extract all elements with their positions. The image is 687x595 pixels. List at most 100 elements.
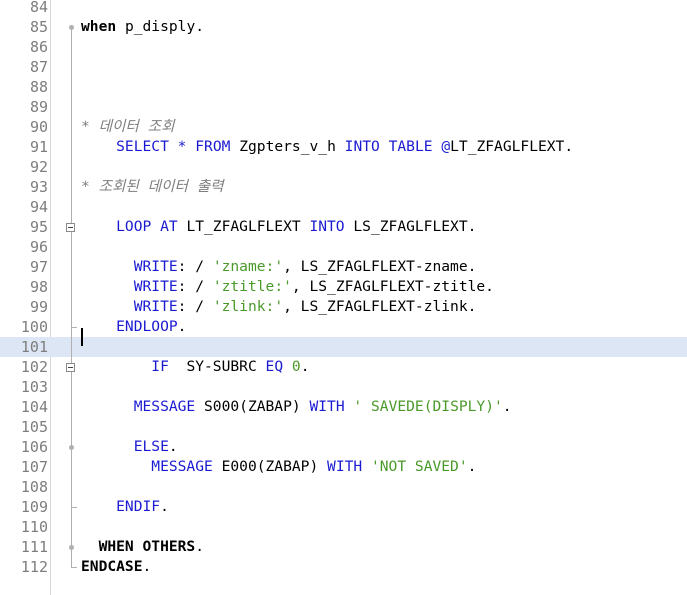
code-text[interactable]: ENDCASE. (81, 557, 151, 577)
code-text[interactable]: * 데이터 조회 (81, 117, 175, 137)
code-line[interactable]: 106 ELSE. (0, 437, 687, 457)
code-editor[interactable]: 84 85 when p_disply. 86 87 88 89 90 * 데이터 조회 91 S… (0, 0, 687, 595)
comment-token: * 데이터 조회 (81, 118, 175, 135)
code-token: . (300, 358, 310, 375)
line-number: 109 (20, 498, 48, 516)
code-token: : / (177, 298, 213, 315)
code-text[interactable]: ENDIF. (81, 497, 169, 517)
code-line[interactable]: 88 (0, 77, 687, 97)
keyword-token: WITH (309, 398, 345, 415)
code-line[interactable]: 97 WRITE: / 'zname:', LS_ZFAGLFLEXT-znam… (0, 257, 687, 277)
keyword-token: INTO TABLE (344, 138, 433, 155)
code-token: S000(ZABAP) (195, 398, 310, 415)
code-line[interactable]: 108 (0, 477, 687, 497)
code-text[interactable]: WRITE: / 'zlink:', LS_ZFAGLFLEXT-zlink. (81, 297, 477, 317)
keyword-token: ENDCASE (81, 558, 143, 575)
keyword-token: MESSAGE (81, 458, 213, 475)
fold-marker-icon (69, 545, 74, 550)
line-number: 85 (29, 18, 48, 36)
line-number: 97 (29, 258, 48, 276)
keyword-token: WRITE (81, 258, 178, 275)
line-number: 103 (20, 378, 48, 396)
code-token: . (502, 398, 512, 415)
code-token: , LS_ZFAGLFLEXT-zlink. (283, 298, 477, 315)
keyword-token: WITH (327, 458, 363, 475)
code-token: Zgpters_v_h (230, 138, 345, 155)
fold-toggle-icon[interactable] (66, 223, 75, 232)
line-number: 88 (29, 78, 48, 96)
code-token: p_disply. (116, 18, 205, 35)
code-text[interactable]: MESSAGE S000(ZABAP) WITH ' SAVEDE(DISPLY… (81, 397, 512, 417)
line-number: 91 (29, 138, 48, 156)
code-line[interactable]: 109 ENDIF. (0, 497, 687, 517)
code-text[interactable]: ENDLOOP. (81, 317, 186, 337)
code-line[interactable]: 96 (0, 237, 687, 257)
code-token: , LS_ZFAGLFLEXT-zname. (283, 258, 477, 275)
string-token: 'ztitle:' (212, 278, 292, 295)
code-token: : / (177, 258, 213, 275)
code-line[interactable]: 91 SELECT * FROM Zgpters_v_h INTO TABLE … (0, 137, 687, 157)
code-line[interactable]: 111 WHEN OTHERS. (0, 537, 687, 557)
code-line[interactable]: 92 (0, 157, 687, 177)
code-line[interactable]: 99 WRITE: / 'zlink:', LS_ZFAGLFLEXT-zlin… (0, 297, 687, 317)
code-line[interactable]: 100 ENDLOOP. (0, 317, 687, 337)
line-number: 84 (29, 0, 48, 16)
code-text[interactable]: WRITE: / 'zname:', LS_ZFAGLFLEXT-zname. (81, 257, 477, 277)
line-number: 112 (20, 558, 48, 576)
code-text[interactable]: ELSE. (81, 437, 178, 457)
keyword-token: FROM (195, 138, 231, 155)
code-text[interactable]: when p_disply. (81, 17, 204, 37)
code-text[interactable]: SELECT * FROM Zgpters_v_h INTO TABLE @LT… (81, 137, 573, 157)
code-text[interactable]: * 조회된 데이터 출력 (81, 177, 224, 197)
keyword-token: ELSE (81, 438, 169, 455)
code-text[interactable]: IF SY-SUBRC EQ 0. (81, 357, 310, 377)
code-line[interactable]: 112 ENDCASE. (0, 557, 687, 577)
fold-toggle-icon[interactable] (66, 363, 75, 372)
code-line[interactable]: 105 (0, 417, 687, 437)
code-text[interactable]: LOOP AT LT_ZFAGLFLEXT INTO LS_ZFAGLFLEXT… (81, 217, 476, 237)
line-number: 101 (20, 338, 48, 356)
line-number: 100 (20, 318, 48, 336)
code-text[interactable]: WRITE: / 'ztitle:', LS_ZFAGLFLEXT-ztitle… (81, 277, 494, 297)
code-line[interactable]: 86 (0, 37, 687, 57)
keyword-token: WHEN OTHERS (81, 538, 196, 555)
code-line[interactable]: 90 * 데이터 조회 (0, 117, 687, 137)
line-number: 102 (20, 358, 48, 376)
code-line[interactable]: 95 LOOP AT LT_ZFAGLFLEXT INTO LS_ZFAGLFL… (0, 217, 687, 237)
code-token: E000(ZABAP) (212, 458, 328, 475)
code-token: . (195, 538, 205, 555)
keyword-token: ENDLOOP (81, 318, 178, 335)
line-number: 92 (29, 158, 48, 176)
string-token: 'zname:' (212, 258, 284, 275)
code-line[interactable]: 93 * 조회된 데이터 출력 (0, 177, 687, 197)
fold-guide-line (71, 27, 72, 567)
code-token: . (177, 318, 187, 335)
keyword-token: WRITE (81, 298, 178, 315)
code-token: LS_ZFAGLFLEXT. (344, 218, 477, 235)
code-token: . (142, 558, 152, 575)
code-line[interactable]: 110 (0, 517, 687, 537)
code-line[interactable]: 84 (0, 0, 687, 17)
line-number: 96 (29, 238, 48, 256)
line-number: 111 (20, 538, 48, 556)
code-line[interactable]: 89 (0, 97, 687, 117)
code-line[interactable]: 98 WRITE: / 'ztitle:', LS_ZFAGLFLEXT-zti… (0, 277, 687, 297)
code-line[interactable]: 104 MESSAGE S000(ZABAP) WITH ' SAVEDE(DI… (0, 397, 687, 417)
keyword-token: ENDIF (81, 498, 161, 515)
code-line[interactable]: 101 (0, 337, 687, 357)
code-line[interactable]: 85 when p_disply. (0, 17, 687, 37)
line-number: 94 (29, 198, 48, 216)
code-line[interactable]: 102 IF SY-SUBRC EQ 0. (0, 357, 687, 377)
code-text[interactable]: MESSAGE E000(ZABAP) WITH 'NOT SAVED'. (81, 457, 476, 477)
line-number: 86 (29, 38, 48, 56)
fold-end-marker (71, 327, 77, 328)
code-text[interactable]: WHEN OTHERS. (81, 537, 204, 557)
code-line[interactable]: 94 (0, 197, 687, 217)
string-token: ' SAVEDE(DISPLY)' (353, 398, 503, 415)
keyword-token: EQ (265, 358, 284, 375)
code-line[interactable]: 103 (0, 377, 687, 397)
code-line[interactable]: 107 MESSAGE E000(ZABAP) WITH 'NOT SAVED'… (0, 457, 687, 477)
code-line[interactable]: 87 (0, 57, 687, 77)
